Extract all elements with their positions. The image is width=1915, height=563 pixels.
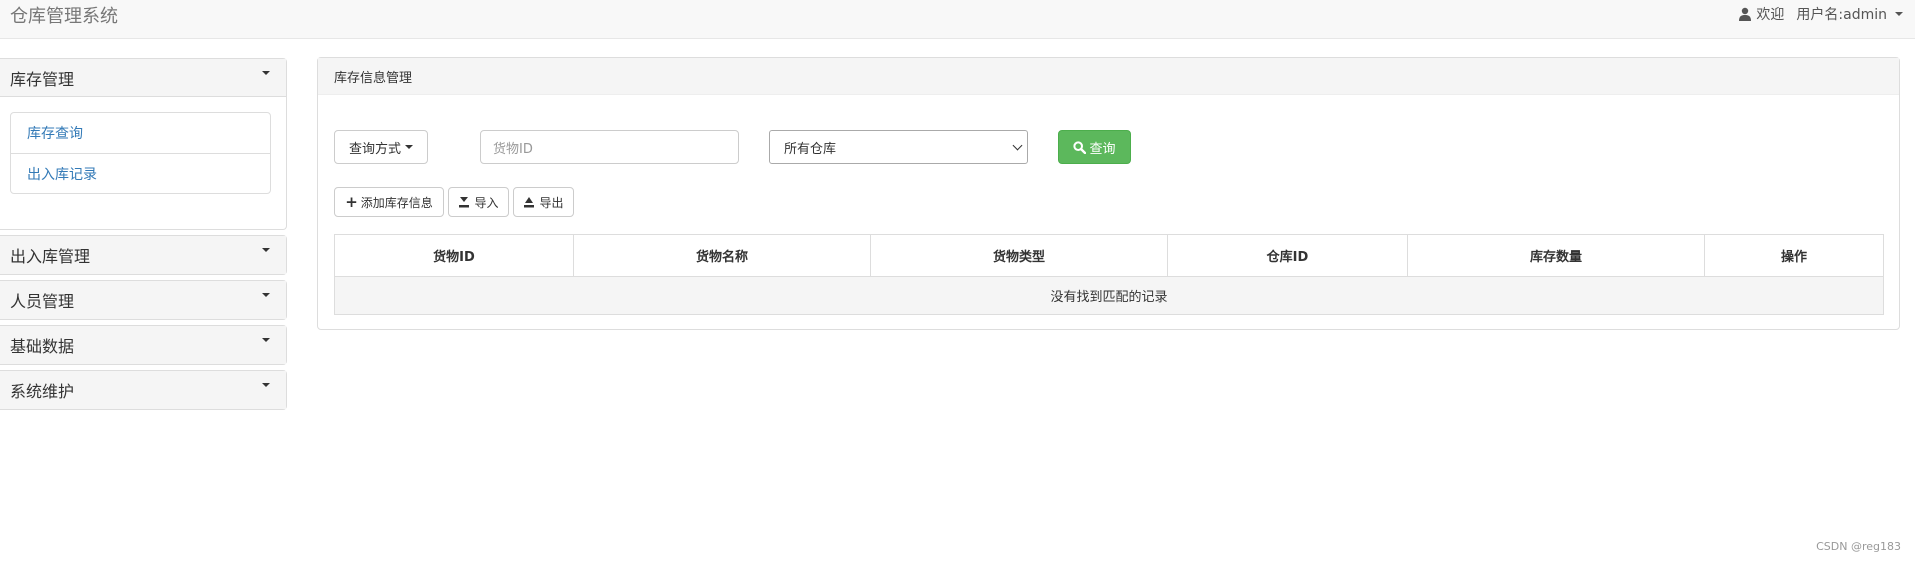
search-icon (1073, 140, 1087, 154)
plus-icon: + (345, 193, 358, 211)
export-icon (524, 197, 535, 208)
chevron-down-icon (262, 338, 270, 342)
chevron-down-icon (1012, 140, 1023, 151)
sidebar-item-io-records[interactable]: 出入库记录 (11, 153, 270, 193)
sidebar-section-body: 库存查询 出入库记录 (0, 97, 286, 229)
export-button[interactable]: 导出 (513, 187, 574, 217)
user-icon (1739, 7, 1752, 21)
sidebar-submenu: 库存查询 出入库记录 (10, 112, 271, 194)
username-text[interactable]: 用户名:admin (1796, 4, 1887, 24)
export-label: 导出 (539, 195, 564, 210)
user-menu[interactable]: 欢迎 用户名:admin (1738, 4, 1903, 24)
sidebar-section-header[interactable]: 人员管理 (0, 281, 286, 319)
add-inventory-button[interactable]: + 添加库存信息 (334, 187, 444, 217)
add-inventory-label: 添加库存信息 (360, 195, 433, 210)
sidebar-section-title: 系统维护 (10, 382, 75, 401)
sidebar-section-header[interactable]: 出入库管理 (0, 236, 286, 274)
import-icon (459, 197, 470, 208)
sidebar-section-inventory: 库存管理 库存查询 出入库记录 (0, 58, 287, 230)
app-title[interactable]: 仓库管理系统 (10, 2, 118, 28)
import-button[interactable]: 导入 (448, 187, 509, 217)
sidebar-section-header[interactable]: 基础数据 (0, 326, 286, 364)
table-header: 货物ID 货物名称 货物类型 仓库ID 库存数量 操作 (335, 235, 1883, 277)
sidebar-section-title: 出入库管理 (10, 247, 91, 266)
chevron-down-icon (262, 383, 270, 387)
sidebar-section-system: 系统维护 (0, 370, 287, 410)
welcome-text: 欢迎 (1756, 7, 1785, 23)
sidebar-section-title: 基础数据 (10, 337, 75, 356)
query-button[interactable]: 查询 (1058, 130, 1131, 164)
goods-id-placeholder: 货物ID (493, 141, 533, 157)
chevron-down-icon (405, 145, 413, 149)
column-header-goods-id[interactable]: 货物ID (335, 235, 574, 276)
sidebar-item-inventory-query[interactable]: 库存查询 (11, 113, 270, 153)
column-header-stock-quantity[interactable]: 库存数量 (1408, 235, 1705, 276)
warehouse-select-value: 所有仓库 (784, 141, 837, 157)
sidebar-section-header[interactable]: 系统维护 (0, 371, 286, 409)
column-header-goods-name[interactable]: 货物名称 (574, 235, 871, 276)
sidebar-section-io-management: 出入库管理 (0, 235, 287, 275)
chevron-down-icon (262, 248, 270, 252)
import-label: 导入 (474, 195, 499, 210)
chevron-down-icon[interactable] (1895, 12, 1903, 16)
watermark: CSDN @reg183 (1816, 540, 1901, 553)
sidebar-section-personnel: 人员管理 (0, 280, 287, 320)
query-button-label: 查询 (1089, 141, 1116, 157)
query-mode-dropdown[interactable]: 查询方式 (334, 130, 428, 164)
goods-id-input[interactable]: 货物ID (480, 130, 739, 164)
inventory-panel: 库存信息管理 查询方式 货物ID 所有仓库 查询 + 添加库存信息 导入 导出 (317, 57, 1900, 330)
column-header-actions: 操作 (1780, 250, 1807, 265)
sidebar-section-basic-data: 基础数据 (0, 325, 287, 365)
column-header-warehouse-id[interactable]: 仓库ID (1168, 235, 1408, 276)
sidebar: 库存管理 库存查询 出入库记录 出入库管理 人员管理 基础数据 系统维护 (0, 58, 287, 415)
empty-table-message: 没有找到匹配的记录 (335, 277, 1883, 314)
sidebar-section-title: 库存管理 (10, 69, 75, 89)
query-mode-label: 查询方式 (348, 141, 401, 157)
sidebar-section-title: 人员管理 (10, 292, 75, 311)
warehouse-select[interactable]: 所有仓库 (769, 130, 1028, 164)
chevron-down-icon (262, 70, 270, 75)
sidebar-section-header[interactable]: 库存管理 (0, 59, 286, 97)
top-navbar: 仓库管理系统 欢迎 用户名:admin (0, 0, 1915, 39)
column-header-goods-type[interactable]: 货物类型 (871, 235, 1168, 276)
panel-title: 库存信息管理 (318, 58, 1899, 95)
chevron-down-icon (262, 293, 270, 297)
inventory-table: 货物ID 货物名称 货物类型 仓库ID 库存数量 操作 没有找到匹配的记录 (334, 234, 1884, 315)
